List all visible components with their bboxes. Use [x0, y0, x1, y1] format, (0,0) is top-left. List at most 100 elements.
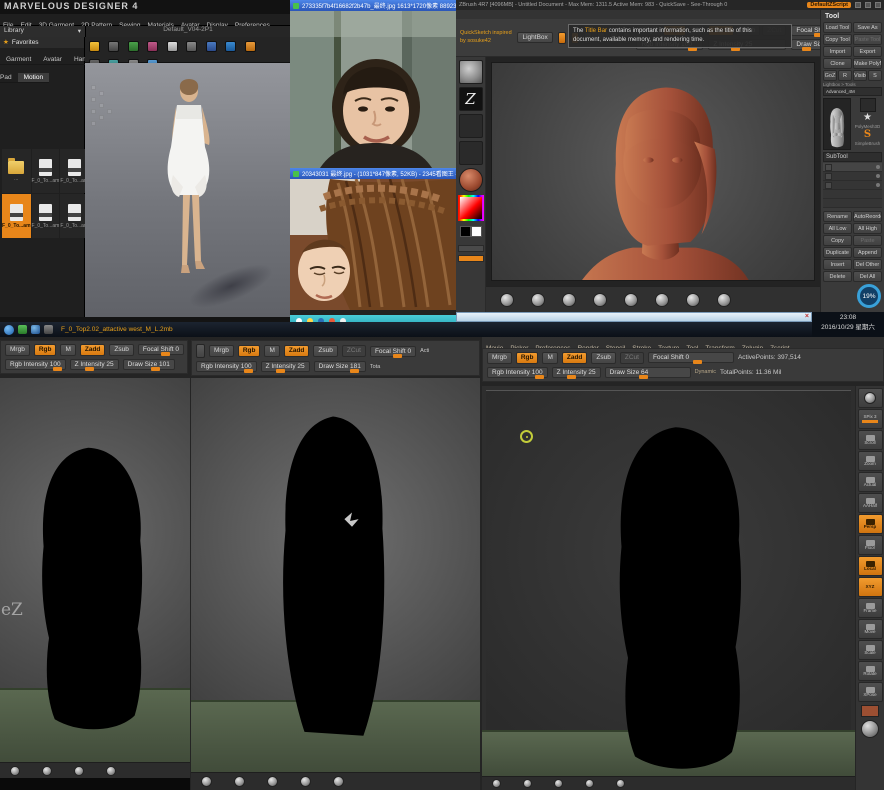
zsub-button[interactable]: Zsub [591, 352, 615, 364]
m-button[interactable]: M [264, 345, 279, 357]
md-file-cell[interactable]: F_0_To...am [60, 194, 88, 238]
taskbar-file-label[interactable]: F_0_Top2.02_attactive west_M_L.2mb [61, 326, 173, 333]
shirt-icon[interactable] [206, 41, 217, 52]
bpr-button[interactable] [858, 388, 883, 408]
avatar-edit-icon[interactable] [128, 41, 139, 52]
secondary-color-swatch[interactable] [471, 226, 482, 237]
pause-layout-icon[interactable] [196, 344, 205, 358]
xpose-button[interactable]: XPose [858, 682, 883, 702]
material-sphere[interactable] [459, 168, 483, 192]
brush-thumbnail[interactable] [42, 766, 52, 776]
brush-thumbnail[interactable] [106, 766, 116, 776]
copy-subtool-button[interactable]: Copy [823, 235, 852, 246]
brush-thumbnail[interactable] [523, 779, 532, 788]
tray-percent-badge[interactable]: 19% [857, 284, 881, 308]
subtool-row[interactable] [823, 172, 882, 181]
walk-motion-icon[interactable] [245, 41, 256, 52]
lightbox-button[interactable]: LightBox [517, 32, 552, 44]
md-library-header[interactable]: Library▾ [0, 26, 85, 37]
md-file-cell[interactable]: F_0_To...am [32, 194, 60, 238]
z-intensity-slider[interactable]: Z Intensity 25 [552, 367, 601, 378]
default-zscript-button[interactable]: DefaultZScript [807, 2, 851, 8]
m-button[interactable]: M [60, 344, 75, 356]
brush-thumbnail[interactable] [492, 779, 501, 788]
alpha-slot[interactable] [459, 114, 483, 138]
subtool-row[interactable] [823, 190, 882, 199]
material-thumbnail[interactable] [500, 293, 514, 307]
goz-r-button[interactable]: R [838, 70, 852, 81]
maximize-icon[interactable] [865, 2, 871, 8]
rename-button[interactable]: Rename [823, 211, 852, 222]
taskbar-clock[interactable]: 23:08 2016/10/29 星期六 [812, 312, 884, 337]
brush-thumbnail[interactable] [201, 776, 212, 787]
rgb-intensity-slider[interactable]: Rgb Intensity 100 [487, 367, 548, 378]
zsub-button[interactable]: Zsub [313, 345, 337, 357]
stroke-type-icon[interactable]: Z [459, 87, 483, 111]
clay-color-swatch[interactable] [861, 705, 879, 717]
select-cursor-icon[interactable] [108, 41, 119, 52]
brush-thumbnail[interactable] [10, 766, 20, 776]
material-thumbnail[interactable] [655, 293, 669, 307]
dynamic-label[interactable]: Dynamic [695, 369, 716, 375]
right-viewport[interactable] [482, 386, 855, 790]
texture-slot[interactable] [459, 141, 483, 165]
zbrush-document[interactable] [491, 62, 815, 281]
subtool-header[interactable]: SubTool [823, 152, 882, 162]
eye-icon[interactable] [876, 174, 880, 178]
taskbar-app-icon-blue[interactable] [31, 325, 40, 334]
md-title-bar[interactable]: MARVELOUS DESIGNER 4 [0, 0, 290, 14]
rgb-intensity-slider[interactable]: Rgb Intensity 100 [196, 361, 257, 372]
m-button[interactable]: M [542, 352, 557, 364]
mrgb-button[interactable]: Mrgb [209, 345, 234, 357]
save-as-button[interactable]: Save As [853, 22, 882, 33]
move-button[interactable]: Move [858, 619, 883, 639]
actual-button[interactable]: Actual [858, 472, 883, 492]
load-tool-button[interactable]: Load Tool [823, 22, 852, 33]
pin-cursor-icon[interactable] [167, 41, 178, 52]
floor-button[interactable]: Floor [858, 535, 883, 555]
material-thumbnail[interactable] [624, 293, 638, 307]
del-other-button[interactable]: Del Other [853, 259, 882, 270]
start-button[interactable] [4, 325, 14, 335]
brush-thumbnail[interactable] [74, 766, 84, 776]
close-icon[interactable] [875, 2, 881, 8]
md-library-item[interactable]: Motion [18, 73, 50, 83]
taskbar-app-icon-grey[interactable] [44, 325, 53, 334]
paste-subtool-button[interactable]: Paste [853, 235, 882, 246]
xyz-button[interactable]: XYZ [858, 577, 883, 597]
goz-visible-button[interactable]: Visible [853, 70, 867, 81]
md-file-cell-selected[interactable]: F_0_To...am [2, 194, 31, 238]
switch-color-button[interactable] [458, 245, 484, 252]
zadd-button[interactable]: Zadd [80, 344, 106, 356]
zsub-button[interactable]: Zsub [109, 344, 133, 356]
material-thumbnail[interactable] [531, 293, 545, 307]
eye-icon[interactable] [876, 165, 880, 169]
zcut-button[interactable]: ZCut [620, 352, 644, 364]
material-thumbnail[interactable] [562, 293, 576, 307]
pose-icon[interactable] [147, 41, 158, 52]
md-library-item[interactable]: Garment [0, 55, 37, 65]
scroll-button[interactable]: Scroll [858, 430, 883, 450]
brush-thumbnail[interactable] [616, 779, 625, 788]
left-viewport[interactable]: eZ [0, 378, 190, 762]
material-thumbnail[interactable] [686, 293, 700, 307]
z-intensity-slider[interactable]: Z Intensity 25 [261, 361, 310, 372]
draw-size-slider[interactable]: Draw Size 101 [123, 359, 175, 370]
insert-button[interactable]: Insert [823, 259, 852, 270]
local-button[interactable]: Local [858, 556, 883, 576]
material-thumbnail[interactable] [717, 293, 731, 307]
subtool-row[interactable] [823, 181, 882, 190]
rgb-button[interactable]: Rgb [238, 345, 261, 357]
aahalf-button[interactable]: AAHalf [858, 493, 883, 513]
photo2-title-bar[interactable]: 20343031 最终.jpg - (1031*847像素, 52KB) - 2… [290, 168, 456, 179]
main-color-swatch[interactable] [460, 226, 471, 237]
eye-icon[interactable] [876, 183, 880, 187]
delete-button[interactable]: Delete [823, 271, 852, 282]
taskbar-app-icon-green[interactable] [18, 325, 27, 334]
background-window-edge[interactable]: × [456, 312, 812, 322]
current-brush-icon[interactable] [459, 60, 483, 84]
md-file-cell[interactable]: F_0_To...am [60, 149, 88, 193]
mrgb-button[interactable]: Mrgb [487, 352, 512, 364]
rgb-intensity-slider[interactable]: Rgb Intensity 100 [5, 359, 66, 370]
current-tool-name[interactable]: Advanced_4M [823, 87, 882, 96]
